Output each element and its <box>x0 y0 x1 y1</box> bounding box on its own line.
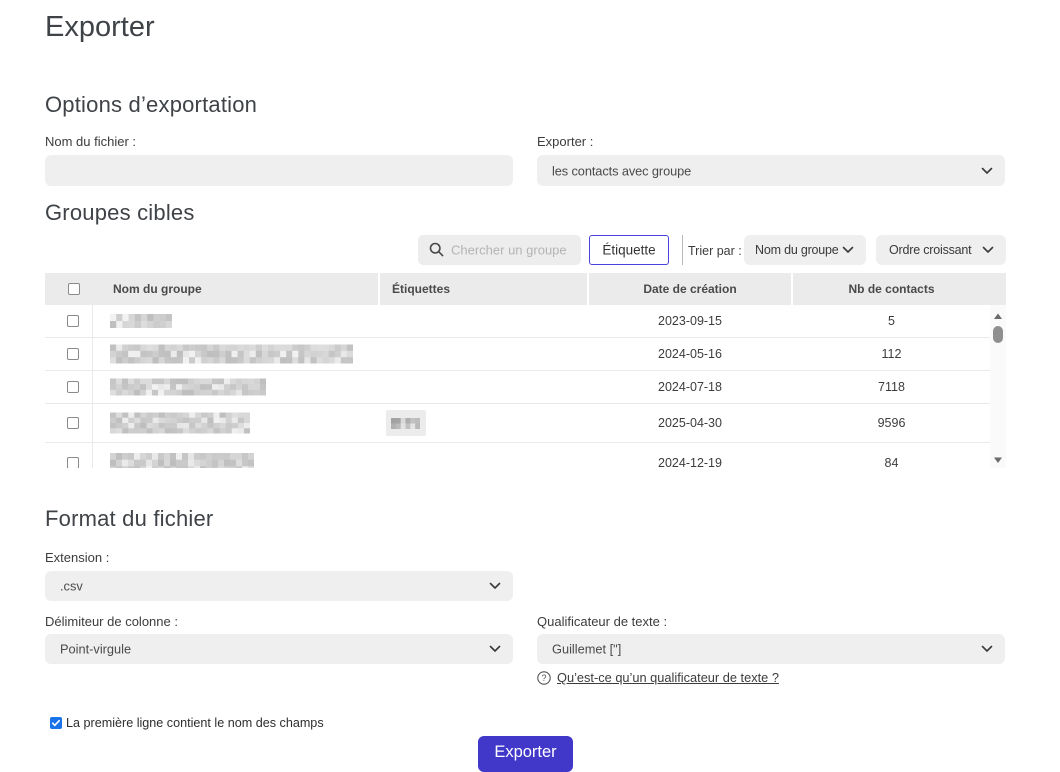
svg-text:?: ? <box>541 673 546 683</box>
